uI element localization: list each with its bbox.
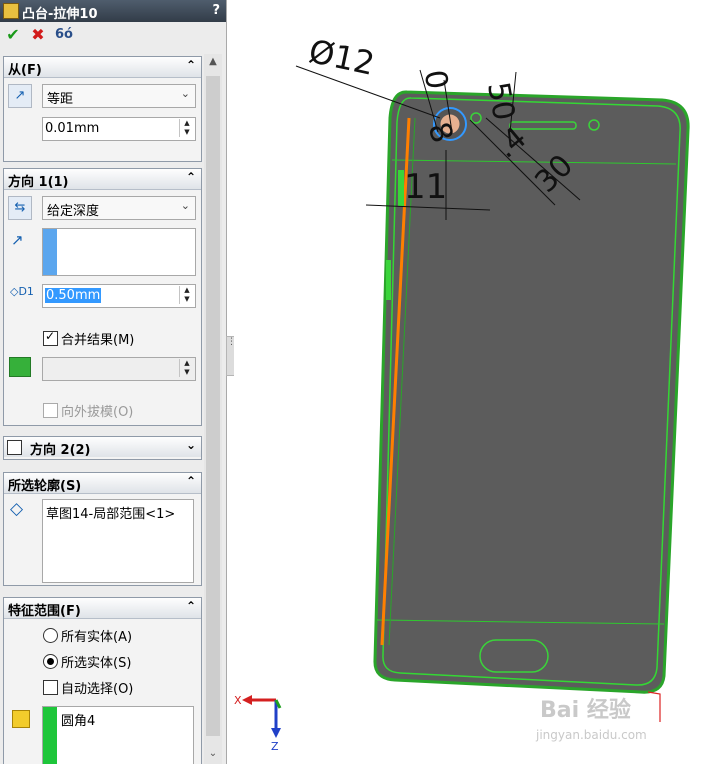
z-axis-arrow-icon	[271, 728, 281, 738]
x-axis-label: X	[234, 694, 242, 707]
scroll-down-icon[interactable]: ⌄	[204, 748, 222, 764]
from-type-select[interactable]: 等距 ⌄	[42, 84, 196, 108]
contours-group: 所选轮廓(S) ⌃ ◇ 草图14-局部范围<1>	[3, 472, 202, 586]
direction2-group: 方向 2(2) ⌄	[3, 436, 202, 460]
auto-select-checkbox[interactable]	[43, 680, 58, 695]
draft-icon[interactable]	[9, 357, 31, 377]
selected-bodies-label: 所选实体(S)	[61, 656, 132, 671]
draft-outward-checkbox	[43, 403, 58, 418]
collapse-icon[interactable]: ⌃	[186, 58, 196, 72]
contours-header[interactable]: 所选轮廓(S) ⌃	[4, 473, 201, 494]
from-header-label: 从(F)	[8, 63, 42, 78]
merge-result-label: 合并结果(M)	[61, 333, 135, 348]
direction-vector-icon: ↗	[11, 231, 24, 249]
from-type-value: 等距	[47, 92, 74, 107]
offset-input[interactable]: 0.01mm ▲ ▼	[42, 117, 196, 141]
merge-result-checkbox[interactable]: ✓	[43, 329, 58, 346]
z-axis-label: Z	[271, 740, 279, 753]
contours-header-label: 所选轮廓(S)	[8, 479, 82, 494]
direction1-header-label: 方向 1(1)	[8, 175, 69, 190]
watermark-url: jingyan.baidu.com	[536, 728, 647, 742]
contour-item[interactable]: 草图14-局部范围<1>	[46, 503, 175, 522]
all-bodies-label: 所有实体(A)	[61, 630, 133, 645]
contours-list[interactable]: 草图14-局部范围<1>	[42, 499, 194, 583]
selection-color-bar	[43, 229, 57, 275]
preview-button[interactable]: 6ó	[54, 25, 74, 45]
spin-buttons[interactable]: ▲ ▼	[179, 119, 194, 137]
ok-button[interactable]: ✔	[3, 25, 23, 45]
draft-angle-input: ▲ ▼	[42, 357, 196, 381]
help-button[interactable]: ?	[212, 3, 220, 18]
spin-buttons: ▲ ▼	[179, 359, 194, 377]
body-item[interactable]: 圆角4	[61, 710, 95, 729]
dim-zero[interactable]: 0	[417, 68, 454, 92]
collapse-icon[interactable]: ⌃	[186, 170, 196, 184]
expand-icon[interactable]: ⌄	[186, 438, 196, 452]
direction2-header[interactable]: 方向 2(2) ⌄	[4, 437, 201, 458]
chevron-down-icon: ⌄	[180, 199, 190, 212]
all-bodies-radio[interactable]	[43, 628, 58, 643]
dim-diameter[interactable]: Ø12	[306, 32, 378, 83]
reference-corner	[647, 691, 661, 722]
reverse-direction-icon[interactable]: ⇆	[8, 196, 32, 220]
selected-bodies-radio[interactable]	[43, 654, 58, 669]
model-view[interactable]: Ø12 0 50 11 8 .4 30 X Z	[234, 0, 702, 764]
from-group: 从(F) ⌃ ↗ 等距 ⌄ 0.01mm ▲ ▼	[3, 56, 202, 162]
scrollbar[interactable]: ▲ ⌄	[204, 54, 222, 764]
depth-d1-icon: ◇D1	[10, 285, 34, 298]
direction1-header[interactable]: 方向 1(1) ⌃	[4, 169, 201, 190]
direction2-header-label: 方向 2(2)	[30, 443, 91, 458]
graphics-viewport[interactable]: Ø12 0 50 11 8 .4 30 X Z	[234, 0, 702, 764]
property-manager: 凸台-拉伸10 ? ✔ ✖ 6ó 从(F) ⌃ ↗ 等距 ⌄ 0.01mm ▲ ▼…	[0, 0, 227, 764]
title-bar: 凸台-拉伸10 ?	[0, 0, 226, 22]
selection-color-bar	[43, 707, 57, 764]
direction-selection-box[interactable]	[42, 228, 196, 276]
collapse-icon[interactable]: ⌃	[186, 474, 196, 488]
draft-outward-label: 向外拔模(O)	[61, 405, 134, 420]
dim-eleven[interactable]: 11	[404, 167, 447, 207]
contour-icon: ◇	[10, 499, 24, 519]
feature-title: 凸台-拉伸10	[22, 7, 98, 22]
depth-input[interactable]: 0.50mm ▲ ▼	[42, 284, 196, 308]
action-toolbar: ✔ ✖ 6ó	[0, 22, 226, 50]
boss-extrude-icon	[3, 3, 19, 19]
solid-body-icon	[12, 710, 30, 728]
feature-scope-header[interactable]: 特征范围(F) ⌃	[4, 598, 201, 619]
collapse-icon[interactable]: ⌃	[186, 599, 196, 613]
dim-fifty[interactable]: 50	[480, 79, 521, 123]
end-condition-value: 给定深度	[47, 204, 100, 219]
cancel-button[interactable]: ✖	[28, 25, 48, 45]
scroll-up-icon[interactable]: ▲	[204, 56, 222, 72]
side-button	[386, 260, 391, 300]
offset-value: 0.01mm	[45, 121, 100, 136]
auto-select-label: 自动选择(O)	[61, 682, 134, 697]
x-axis-arrow-icon	[242, 695, 252, 705]
watermark-logo: Bai 经验	[540, 698, 631, 723]
depth-value: 0.50mm	[45, 288, 102, 303]
feature-scope-header-label: 特征范围(F)	[8, 604, 81, 619]
spin-buttons[interactable]: ▲ ▼	[179, 286, 194, 304]
chevron-down-icon: ⌄	[180, 87, 190, 100]
scroll-thumb[interactable]	[206, 76, 220, 736]
direction2-checkbox[interactable]	[7, 440, 22, 455]
end-condition-select[interactable]: 给定深度 ⌄	[42, 196, 196, 220]
start-plane-icon: ↗	[8, 84, 32, 108]
feature-scope-group: 特征范围(F) ⌃ 所有实体(A) 所选实体(S) 自动选择(O) 圆角4	[3, 597, 202, 764]
from-header[interactable]: 从(F) ⌃	[4, 57, 201, 78]
direction1-group: 方向 1(1) ⌃ ⇆ 给定深度 ⌄ ↗ ◇D1 0.50mm ▲ ▼ ✓ 合并结…	[3, 168, 202, 426]
bodies-list[interactable]: 圆角4	[42, 706, 194, 764]
